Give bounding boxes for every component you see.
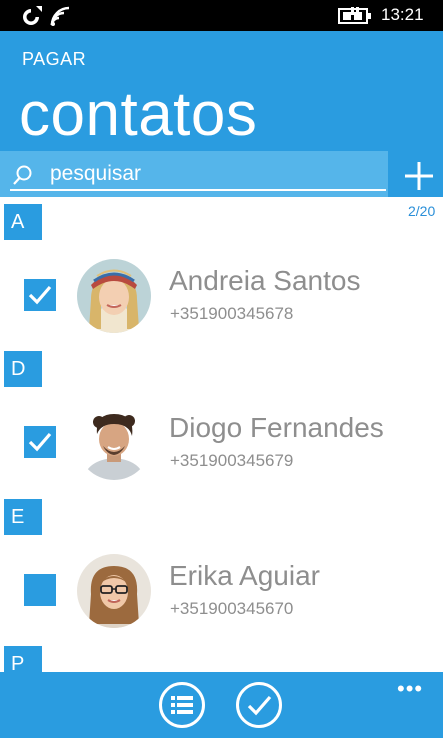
list-button[interactable] xyxy=(159,682,205,728)
app-label: PAGAR xyxy=(22,49,87,69)
contact-name: Erika Aguiar xyxy=(169,560,320,591)
search-bar: pesquisar xyxy=(0,151,443,197)
status-bar: 13:21 xyxy=(0,0,443,31)
contact-name: Andreia Santos xyxy=(169,265,361,296)
add-icon[interactable] xyxy=(400,157,438,195)
contact-phone: +351900345679 xyxy=(170,451,294,470)
signal-icon xyxy=(23,6,42,25)
contact-checkbox[interactable] xyxy=(24,426,56,458)
page-title: contatos xyxy=(19,80,258,149)
page-header: PAGAR contatos xyxy=(0,31,443,151)
app-bar: ••• xyxy=(0,672,443,738)
search-icon xyxy=(13,165,32,185)
group-header-d[interactable]: D xyxy=(4,351,42,387)
accept-icon xyxy=(247,695,272,716)
contact-checkbox[interactable] xyxy=(24,279,56,311)
checkmark-icon xyxy=(28,432,52,452)
contacts-screen: 13:21 PAGAR contatos pesquisar 2/20 A An… xyxy=(0,0,443,738)
avatar xyxy=(77,259,151,333)
status-time: 13:21 xyxy=(381,5,424,24)
avatar xyxy=(77,554,151,628)
checkmark-icon xyxy=(28,285,52,305)
search-input[interactable]: pesquisar xyxy=(0,151,388,197)
contact-checkbox[interactable] xyxy=(24,574,56,606)
search-underline xyxy=(10,189,386,191)
selection-count: 2/20 xyxy=(408,203,436,219)
list-item[interactable]: Erika Aguiar +351900345670 xyxy=(0,544,443,634)
battery-charging-icon xyxy=(338,7,371,24)
contact-phone: +351900345678 xyxy=(170,304,294,323)
avatar xyxy=(77,406,151,480)
list-item[interactable]: Diogo Fernandes +351900345679 xyxy=(0,396,443,486)
contact-phone: +351900345670 xyxy=(170,599,294,618)
group-header-a[interactable]: A xyxy=(4,204,42,240)
list-icon xyxy=(171,696,193,714)
list-item[interactable]: Andreia Santos +351900345678 xyxy=(0,249,443,339)
contact-name: Diogo Fernandes xyxy=(169,412,384,443)
more-icon[interactable]: ••• xyxy=(397,676,423,702)
accept-button[interactable] xyxy=(236,682,282,728)
search-placeholder: pesquisar xyxy=(50,162,142,185)
group-header-e[interactable]: E xyxy=(4,499,42,535)
wifi-icon xyxy=(50,6,70,26)
